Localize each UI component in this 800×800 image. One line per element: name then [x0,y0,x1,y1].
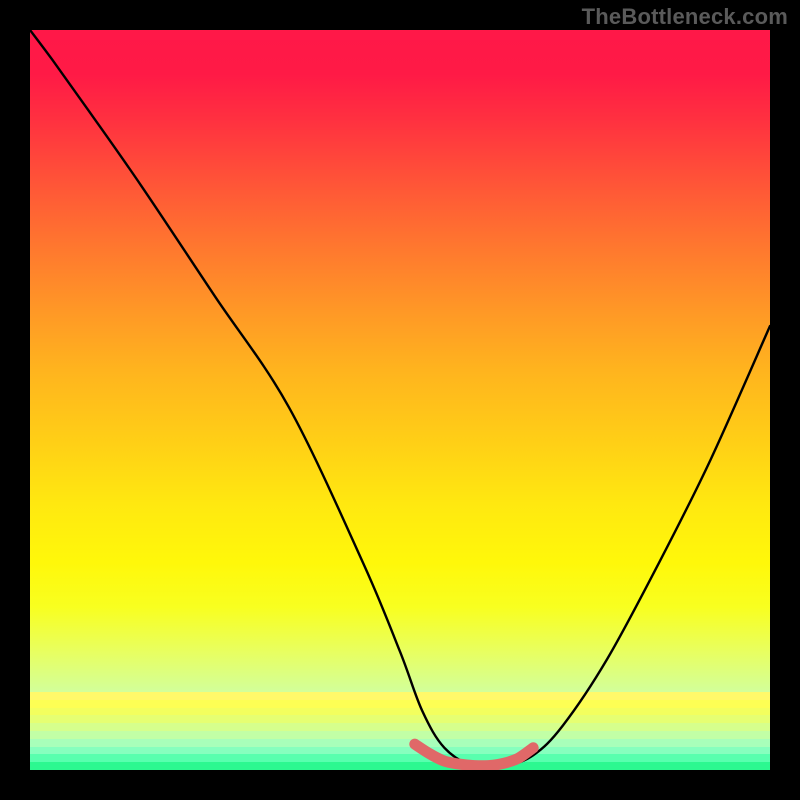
curve-layer [30,30,770,770]
optimal-zone-marker [415,744,533,766]
bottleneck-curve [30,30,770,768]
chart-frame: TheBottleneck.com [0,0,800,800]
plot-area [30,30,770,770]
watermark-text: TheBottleneck.com [582,4,788,30]
